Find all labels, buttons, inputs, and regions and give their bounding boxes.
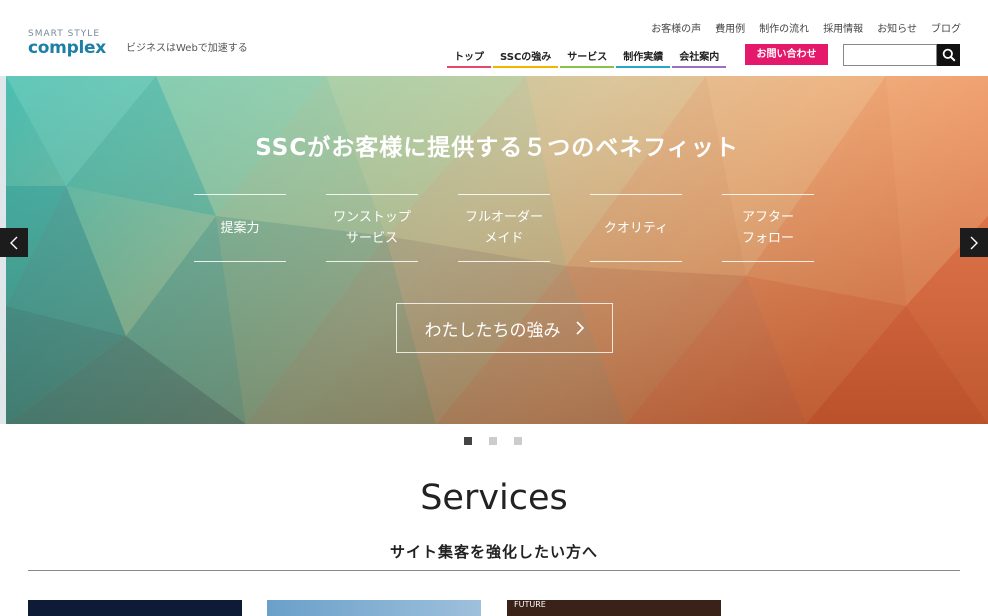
our-strengths-label: わたしたちの強み	[424, 320, 561, 341]
subnav-flow[interactable]: 制作の流れ	[759, 20, 809, 35]
our-strengths-button[interactable]: わたしたちの強み	[396, 303, 613, 353]
site-header: SMART STYLE complex ビジネスはWebで加速する お客様の声 …	[0, 0, 988, 76]
subnav-recruit[interactable]: 採用情報	[823, 20, 863, 35]
subnav-blog[interactable]: ブログ	[931, 20, 961, 35]
contact-button[interactable]: お問い合わせ	[745, 44, 828, 65]
benefit-after-follow[interactable]: アフター フォロー	[722, 194, 814, 262]
main-navigation: トップ SSCの強み サービス 制作実績 会社案内	[447, 46, 728, 68]
tagline: ビジネスはWebで加速する	[126, 43, 248, 54]
hero-title: SSCがお客様に提供する５つのベネフィット	[255, 135, 739, 161]
service-thumbnail-3-caption: FUTURE	[514, 600, 546, 609]
subnav-voice[interactable]: お客様の声	[651, 20, 701, 35]
chevron-right-icon	[575, 321, 584, 335]
slider-dot-3[interactable]	[514, 437, 522, 445]
logo-main-text: complex	[28, 38, 106, 58]
services-subheading: サイト集客を強化したい方へ	[389, 543, 598, 561]
nav-top[interactable]: トップ	[447, 48, 491, 68]
search-input[interactable]	[843, 44, 937, 66]
magnifier-icon	[942, 48, 956, 62]
service-thumbnail-1[interactable]	[28, 600, 242, 616]
benefit-list: 提案力 ワンストップ サービス フルオーダー メイド クオリティ アフター フォ…	[194, 194, 814, 262]
slider-dot-1[interactable]	[464, 437, 472, 445]
nav-services[interactable]: サービス	[560, 48, 615, 68]
search-button[interactable]	[937, 44, 960, 66]
slider-next-button[interactable]	[960, 228, 988, 257]
chevron-left-icon	[10, 236, 18, 249]
sub-navigation: お客様の声 費用例 制作の流れ 採用情報 お知らせ ブログ	[651, 20, 961, 35]
section-divider	[28, 570, 960, 571]
slider-prev-button[interactable]	[0, 228, 28, 257]
slider-dot-2[interactable]	[489, 437, 497, 445]
site-logo[interactable]: SMART STYLE complex	[28, 29, 118, 59]
services-heading: Services	[420, 478, 568, 518]
chevron-right-icon	[970, 236, 978, 249]
benefit-quality[interactable]: クオリティ	[590, 194, 682, 262]
subnav-news[interactable]: お知らせ	[877, 20, 917, 35]
slider-pagination	[464, 437, 522, 445]
nav-strengths[interactable]: SSCの強み	[493, 48, 559, 68]
nav-works[interactable]: 制作実績	[616, 48, 671, 68]
hero-slider: SSCがお客様に提供する５つのベネフィット 提案力 ワンストップ サービス フル…	[6, 76, 988, 424]
nav-company[interactable]: 会社案内	[672, 48, 727, 68]
service-thumbnail-2[interactable]	[267, 600, 481, 616]
benefit-one-stop[interactable]: ワンストップ サービス	[326, 194, 418, 262]
benefit-proposal[interactable]: 提案力	[194, 194, 286, 262]
benefit-full-order[interactable]: フルオーダー メイド	[458, 194, 550, 262]
subnav-cost[interactable]: 費用例	[715, 20, 745, 35]
